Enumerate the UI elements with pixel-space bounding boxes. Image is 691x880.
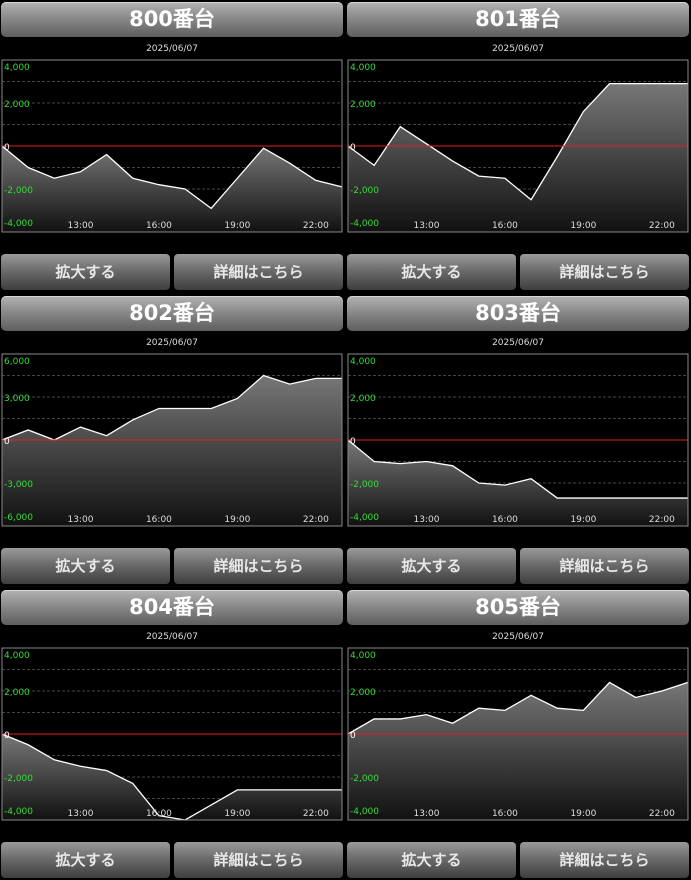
chart-date: 2025/06/07 bbox=[492, 44, 544, 54]
panel-805: 805番台 2025/06/07 4,000 2,000 0 -2,000 -4,000… bbox=[346, 588, 690, 880]
chart-date: 2025/06/07 bbox=[146, 338, 198, 348]
y-tick-label: 4,000 bbox=[350, 63, 376, 73]
x-tick-label: 13:00 bbox=[67, 515, 93, 525]
area-chart: 4,000 2,000 0 -2,000 -4,000 13:00 16:00 19:00 22… bbox=[1, 647, 343, 821]
y-tick-label: -2,000 bbox=[4, 186, 33, 196]
y-tick-label: -6,000 bbox=[4, 513, 33, 523]
y-tick-label: 4,000 bbox=[350, 357, 376, 367]
x-tick-label: 22:00 bbox=[303, 221, 329, 231]
y-tick-label: 2,000 bbox=[350, 688, 376, 698]
area-chart: 4,000 2,000 0 -2,000 -4,000 13:00 16:00 19:00 22… bbox=[1, 59, 343, 233]
details-button[interactable]: 詳細はこちら bbox=[520, 548, 689, 584]
chart-date: 2025/06/07 bbox=[146, 632, 198, 642]
zoom-button[interactable]: 拡大する bbox=[347, 548, 516, 584]
details-button[interactable]: 詳細はこちら bbox=[174, 548, 343, 584]
series-area bbox=[348, 83, 688, 233]
zoom-button[interactable]: 拡大する bbox=[1, 842, 170, 878]
details-button[interactable]: 詳細はこちら bbox=[174, 254, 343, 290]
y-tick-label: -4,000 bbox=[350, 219, 379, 229]
x-tick-label: 16:00 bbox=[146, 221, 172, 231]
y-tick-label: 0 bbox=[350, 143, 356, 153]
x-tick-label: 13:00 bbox=[413, 515, 439, 525]
panel-title: 805番台 bbox=[347, 590, 689, 625]
y-tick-label: -3,000 bbox=[4, 480, 33, 490]
y-tick-label: 4,000 bbox=[4, 651, 30, 661]
details-button[interactable]: 詳細はこちら bbox=[520, 842, 689, 878]
series-area bbox=[2, 146, 342, 232]
area-chart: 4,000 2,000 0 -2,000 -4,000 13:00 16:00 19:00 22… bbox=[347, 59, 689, 233]
panel-800: 800番台 2025/06/07 4,000 2,000 0 -2,000 -4,000… bbox=[0, 0, 344, 292]
y-tick-label: 3,000 bbox=[4, 394, 30, 404]
x-tick-label: 19:00 bbox=[224, 515, 250, 525]
zoom-button[interactable]: 拡大する bbox=[1, 548, 170, 584]
y-tick-label: -2,000 bbox=[350, 480, 379, 490]
x-tick-label: 22:00 bbox=[649, 809, 675, 819]
chart-date: 2025/06/07 bbox=[492, 632, 544, 642]
area-chart: 4,000 2,000 0 -2,000 -4,000 13:00 16:00 19:00 22… bbox=[347, 353, 689, 527]
panel-title: 800番台 bbox=[1, 2, 343, 37]
x-tick-label: 16:00 bbox=[146, 809, 172, 819]
y-tick-label: 2,000 bbox=[350, 100, 376, 110]
area-chart: 4,000 2,000 0 -2,000 -4,000 13:00 16:00 19:00 22… bbox=[347, 647, 689, 821]
y-tick-label: 0 bbox=[4, 437, 10, 447]
series-area bbox=[348, 440, 688, 526]
panel-803: 803番台 2025/06/07 4,000 2,000 0 -2,000 -4,000… bbox=[346, 294, 690, 586]
x-tick-label: 22:00 bbox=[303, 809, 329, 819]
x-tick-label: 19:00 bbox=[570, 809, 596, 819]
panel-title: 803番台 bbox=[347, 296, 689, 331]
y-tick-label: -4,000 bbox=[4, 219, 33, 229]
y-tick-label: -2,000 bbox=[4, 774, 33, 784]
details-button[interactable]: 詳細はこちら bbox=[520, 254, 689, 290]
y-tick-label: -4,000 bbox=[4, 807, 33, 817]
x-tick-label: 19:00 bbox=[224, 221, 250, 231]
x-tick-label: 19:00 bbox=[570, 515, 596, 525]
area-chart: 6,000 3,000 0 -3,000 -6,000 13:00 16:00 19:00 22… bbox=[1, 353, 343, 527]
x-tick-label: 16:00 bbox=[146, 515, 172, 525]
panel-804: 804番台 2025/06/07 4,000 2,000 0 -2,000 -4,000… bbox=[0, 588, 344, 880]
x-tick-label: 19:00 bbox=[224, 809, 250, 819]
panel-title: 802番台 bbox=[1, 296, 343, 331]
x-tick-label: 16:00 bbox=[492, 809, 518, 819]
x-tick-label: 13:00 bbox=[413, 221, 439, 231]
y-tick-label: 4,000 bbox=[4, 63, 30, 73]
x-tick-label: 16:00 bbox=[492, 515, 518, 525]
chart-date: 2025/06/07 bbox=[146, 44, 198, 54]
zoom-button[interactable]: 拡大する bbox=[347, 842, 516, 878]
y-tick-label: 0 bbox=[4, 143, 10, 153]
y-tick-label: 2,000 bbox=[4, 688, 30, 698]
x-tick-label: 22:00 bbox=[303, 515, 329, 525]
y-tick-label: -4,000 bbox=[350, 807, 379, 817]
zoom-button[interactable]: 拡大する bbox=[1, 254, 170, 290]
x-tick-label: 22:00 bbox=[649, 221, 675, 231]
x-tick-label: 13:00 bbox=[67, 221, 93, 231]
y-tick-label: 0 bbox=[4, 731, 10, 741]
chart-date: 2025/06/07 bbox=[492, 338, 544, 348]
x-tick-label: 16:00 bbox=[492, 221, 518, 231]
y-tick-label: 4,000 bbox=[350, 651, 376, 661]
x-tick-label: 19:00 bbox=[570, 221, 596, 231]
x-tick-label: 13:00 bbox=[67, 809, 93, 819]
panel-title: 801番台 bbox=[347, 2, 689, 37]
x-tick-label: 22:00 bbox=[649, 515, 675, 525]
panel-801: 801番台 2025/06/07 4,000 2,000 0 -2,000 -4,000… bbox=[346, 0, 690, 292]
series-area bbox=[2, 375, 342, 526]
zoom-button[interactable]: 拡大する bbox=[347, 254, 516, 290]
y-tick-label: -2,000 bbox=[350, 186, 379, 196]
y-tick-label: 2,000 bbox=[4, 100, 30, 110]
details-button[interactable]: 詳細はこちら bbox=[174, 842, 343, 878]
x-tick-label: 13:00 bbox=[413, 809, 439, 819]
y-tick-label: 0 bbox=[350, 437, 356, 447]
panel-802: 802番台 2025/06/07 6,000 3,000 0 -3,000 -6,000… bbox=[0, 294, 344, 586]
y-tick-label: 2,000 bbox=[350, 394, 376, 404]
y-tick-label: 0 bbox=[350, 731, 356, 741]
y-tick-label: 6,000 bbox=[4, 357, 30, 367]
y-tick-label: -2,000 bbox=[350, 774, 379, 784]
y-tick-label: -4,000 bbox=[350, 513, 379, 523]
panel-title: 804番台 bbox=[1, 590, 343, 625]
